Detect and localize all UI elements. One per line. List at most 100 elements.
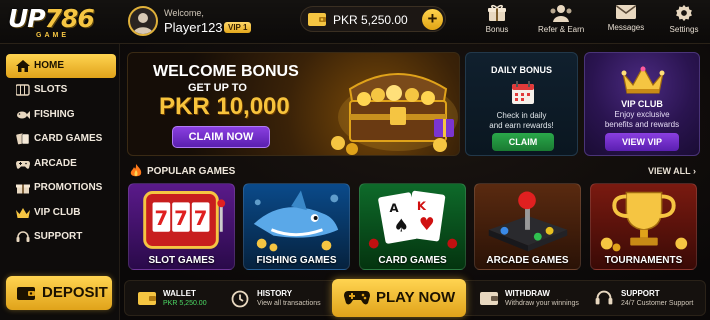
header-nav-settings[interactable]: Settings <box>668 4 700 40</box>
view-all-link[interactable]: VIEW ALL › <box>648 166 696 176</box>
header-nav-label: Messages <box>607 23 645 32</box>
sidebar-item-label: SUPPORT <box>34 231 83 242</box>
svg-text:A: A <box>389 201 399 215</box>
daily-claim-label: CLAIM <box>508 137 538 147</box>
welcome-bonus-amount: PKR 10,000 <box>159 93 290 120</box>
history-icon <box>231 290 249 308</box>
joystick-icon <box>488 191 568 252</box>
header-nav-label: Bonus <box>485 25 509 34</box>
sidebar-item-label: SLOTS <box>34 84 68 95</box>
sidebar-item-arcade[interactable]: ARCADE <box>6 152 116 176</box>
sidebar-item-card-games[interactable]: CARD GAMES <box>6 127 116 151</box>
game-card-fishing[interactable]: FISHING GAMES <box>243 183 350 270</box>
sidebar-item-label: HOME <box>34 60 64 71</box>
sidebar-item-fishing[interactable]: FISHING <box>6 103 116 127</box>
claim-now-button[interactable]: CLAIM NOW <box>172 126 270 148</box>
logo-wordmark: UP786 <box>8 6 112 32</box>
user-avatar-icon <box>133 13 153 34</box>
support-subtitle: 24/7 Customer Support <box>621 300 694 307</box>
game-card-arcade[interactable]: ARCADE GAMES <box>474 183 581 270</box>
vip-club-card[interactable]: VIP CLUB Enjoy exclusive benefits and re… <box>584 52 700 156</box>
withdraw-title: WITHDRAW <box>505 289 550 298</box>
play-now-label: PLAY NOW <box>376 289 456 306</box>
balance-amount: PKR 5,250.00 <box>333 13 408 27</box>
fish-icon <box>17 111 30 119</box>
sidebar-item-vip-club[interactable]: VIP CLUB <box>6 201 116 225</box>
game-card-cards[interactable]: A ♠ K ♥ CARD GAMES <box>359 183 466 270</box>
play-now-button[interactable]: PLAY NOW <box>332 279 466 317</box>
gamepad-icon <box>344 291 370 305</box>
sidebar-item-label: FISHING <box>34 109 75 120</box>
game-card-slots[interactable]: 7 7 7 SLOT GAMES <box>128 183 235 270</box>
sidebar-item-promotions[interactable]: PROMOTIONS <box>6 176 116 200</box>
logo-tagline: GAME <box>36 32 69 39</box>
header-nav-label: Refer & Earn <box>538 25 585 34</box>
game-card-label: FISHING GAMES <box>256 255 337 266</box>
treasure-chest-icon <box>331 73 458 155</box>
deposit-label: DEPOSIT <box>42 284 108 301</box>
deposit-button[interactable]: DEPOSIT <box>6 276 112 310</box>
gift-icon <box>16 184 30 194</box>
daily-claim-button[interactable]: CLAIM <box>492 133 554 151</box>
daily-bonus-desc-line: Check in daily <box>496 111 547 120</box>
wallet-balance: PKR 5,250.00 <box>163 300 207 307</box>
users-icon <box>550 5 572 22</box>
sidebar-item-slots[interactable]: SLOTS <box>6 78 116 102</box>
wallet-title: WALLET <box>163 289 196 298</box>
withdraw-subtitle: Withdraw your winnings <box>505 300 579 307</box>
daily-bonus-description: Check in daily and earn rewards! <box>466 111 577 131</box>
vip-club-desc-line: Enjoy exclusive <box>614 110 670 119</box>
game-card-tournaments[interactable]: TOURNAMENTS <box>590 183 697 270</box>
top-header: UP786 GAME Welcome, Player123 VIP 1 PKR … <box>0 0 710 44</box>
balance-pill[interactable]: PKR 5,250.00 + <box>300 6 446 32</box>
header-nav-messages[interactable]: Messages <box>606 4 646 40</box>
view-all-label: VIEW ALL <box>648 166 691 176</box>
history-subtitle: View all transactions <box>257 300 321 307</box>
playing-cards-icon: A ♠ K ♥ <box>368 190 458 249</box>
headset-icon <box>595 290 613 305</box>
slot-machine-icon: 7 7 7 <box>143 191 226 249</box>
wallet-icon <box>138 292 156 305</box>
sidebar-item-label: ARCADE <box>34 158 77 169</box>
username: Player123 <box>164 20 223 35</box>
svg-text:♥: ♥ <box>419 215 435 235</box>
support-title: SUPPORT <box>621 289 660 298</box>
header-nav-refer[interactable]: Refer & Earn <box>538 4 584 40</box>
history-shortcut[interactable]: HISTORY View all transactions <box>231 281 331 315</box>
welcome-bonus-title: WELCOME BONUS <box>153 63 299 80</box>
game-card-label: TOURNAMENTS <box>604 255 683 266</box>
view-vip-button[interactable]: VIEW VIP <box>605 133 679 151</box>
vip-club-title: VIP CLUB <box>621 99 663 109</box>
daily-bonus-desc-line: and earn rewards! <box>489 121 554 130</box>
daily-bonus-card[interactable]: DAILY BONUS Check in daily and earn rewa… <box>465 52 578 156</box>
app-root: UP786 GAME Welcome, Player123 VIP 1 PKR … <box>0 0 710 320</box>
gear-icon <box>676 4 692 22</box>
svg-text:7: 7 <box>174 207 188 230</box>
sidebar-item-support[interactable]: SUPPORT <box>6 225 116 249</box>
crown-icon <box>621 65 665 94</box>
wallet-shortcut[interactable]: WALLET PKR 5,250.00 <box>137 281 227 315</box>
logo-brand-white: UP <box>8 4 46 33</box>
gift-icon <box>488 4 506 21</box>
home-icon <box>16 60 30 72</box>
game-card-label: CARD GAMES <box>378 255 447 266</box>
avatar[interactable] <box>128 6 158 36</box>
add-funds-button[interactable]: + <box>422 9 443 30</box>
svg-text:♠: ♠ <box>393 217 409 237</box>
view-vip-label: VIEW VIP <box>621 137 662 147</box>
support-shortcut[interactable]: SUPPORT 24/7 Customer Support <box>595 281 701 315</box>
header-nav-bonus[interactable]: Bonus <box>484 4 510 40</box>
wallet-icon <box>308 13 326 26</box>
crown-icon <box>16 208 30 218</box>
vip-badge: VIP 1 <box>224 22 252 33</box>
slots-icon <box>16 84 30 96</box>
logo[interactable]: UP786 GAME <box>8 6 112 40</box>
popular-games-title: POPULAR GAMES <box>147 166 236 177</box>
bottom-bar: WALLET PKR 5,250.00 HISTORY View all tra… <box>124 279 706 317</box>
header-nav-label: Settings <box>669 25 699 34</box>
welcome-bonus-banner[interactable]: WELCOME BONUS GET UP TO PKR 10,000 CLAIM… <box>127 52 460 156</box>
sidebar-item-home[interactable]: HOME <box>6 54 116 78</box>
withdraw-shortcut[interactable]: WITHDRAW Withdraw your winnings <box>479 281 589 315</box>
svg-text:7: 7 <box>194 207 208 230</box>
headset-icon <box>16 231 30 242</box>
